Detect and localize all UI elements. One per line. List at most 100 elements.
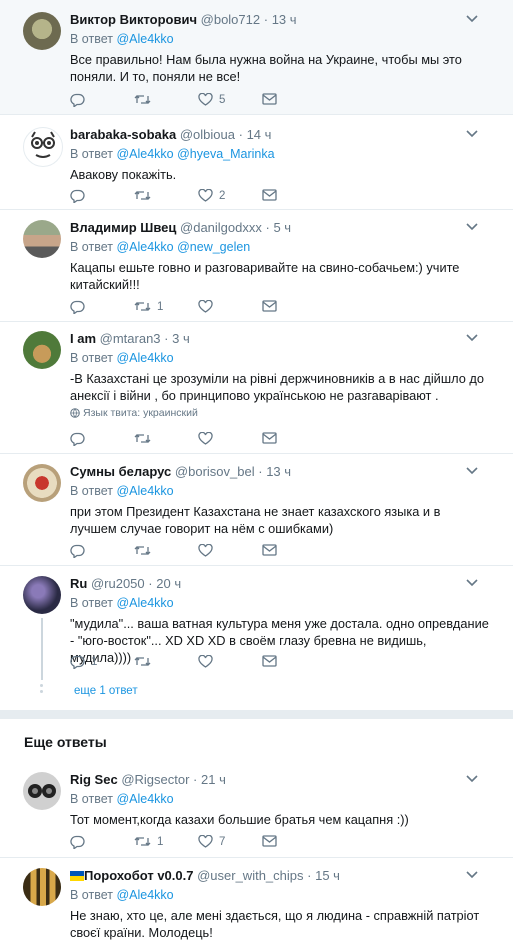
reply-button[interactable]	[70, 93, 85, 107]
direct-message-button[interactable]	[262, 655, 277, 667]
timestamp[interactable]: 14 ч	[247, 127, 272, 142]
reply-mention[interactable]: @Ale4kko	[116, 351, 173, 365]
chevron-down-icon[interactable]	[465, 576, 479, 590]
chevron-down-icon[interactable]	[465, 12, 479, 26]
screen-name[interactable]: @danilgodxxx	[180, 220, 262, 235]
timestamp[interactable]: 21 ч	[201, 772, 226, 787]
avatar[interactable]	[23, 772, 61, 810]
reply-button[interactable]	[70, 189, 85, 203]
reply-mention[interactable]: @Ale4kko	[116, 484, 173, 498]
retweet-count: 1	[157, 835, 164, 848]
envelope-icon	[262, 432, 277, 444]
reply-button[interactable]	[70, 835, 85, 849]
like-button[interactable]: 5	[198, 93, 225, 106]
timestamp[interactable]: 13 ч	[266, 464, 291, 479]
display-name[interactable]: Ru	[70, 576, 87, 591]
direct-message-button[interactable]	[262, 93, 277, 105]
heart-icon	[198, 835, 213, 848]
avatar[interactable]	[23, 12, 61, 50]
retweet-button[interactable]	[134, 655, 151, 668]
avatar[interactable]	[23, 331, 61, 369]
chevron-down-icon[interactable]	[465, 464, 479, 478]
tweet-item[interactable]: Владимир Швец @danilgodxxx · 5 ч В ответ…	[0, 210, 513, 322]
reply-mention[interactable]: @Ale4kko	[116, 792, 173, 806]
avatar[interactable]	[23, 220, 61, 258]
direct-message-button[interactable]	[262, 835, 277, 847]
screen-name[interactable]: @user_with_chips	[197, 868, 303, 883]
chevron-down-icon[interactable]	[465, 868, 479, 882]
screen-name[interactable]: @ru2050	[91, 576, 145, 591]
screen-name[interactable]: @bolo712	[201, 12, 260, 27]
avatar[interactable]	[23, 127, 63, 167]
display-name[interactable]: Владимир Швец	[70, 220, 176, 235]
like-button[interactable]	[198, 544, 213, 557]
like-count: 2	[219, 189, 226, 202]
display-name[interactable]: barabaka-sobaka	[70, 127, 176, 142]
envelope-icon	[262, 544, 277, 556]
more-replies-header: Еще ответы	[0, 719, 513, 765]
like-button[interactable]	[198, 300, 213, 313]
reply-label: В ответ	[70, 596, 113, 610]
display-name[interactable]: Виктор Викторович	[70, 12, 197, 27]
tweet-item[interactable]: Rig Sec @Rigsector · 21 ч В ответ @Ale4k…	[0, 764, 513, 858]
direct-message-button[interactable]	[262, 544, 277, 556]
tweet-item[interactable]: I am @mtaran3 · 3 ч В ответ @Ale4kko -В …	[0, 322, 513, 454]
direct-message-button[interactable]	[262, 300, 277, 312]
like-button[interactable]: 7	[198, 835, 225, 848]
chevron-down-icon[interactable]	[465, 220, 479, 234]
timestamp[interactable]: 13 ч	[272, 12, 297, 27]
screen-name[interactable]: @Rigsector	[121, 772, 189, 787]
avatar[interactable]	[23, 576, 61, 614]
reply-mention[interactable]: @Ale4kko @hyeva_Marinka	[116, 147, 274, 161]
retweet-button[interactable]: 1	[134, 300, 163, 313]
retweet-button[interactable]	[134, 189, 151, 202]
screen-name[interactable]: @borisov_bel	[175, 464, 255, 479]
like-button[interactable]: 2	[198, 189, 225, 202]
display-name[interactable]: Сумны беларус	[70, 464, 171, 479]
reply-icon	[70, 432, 85, 446]
direct-message-button[interactable]	[262, 432, 277, 444]
tweet-item[interactable]: Ru @ru2050 · 20 ч В ответ @Ale4kko "муди…	[0, 566, 513, 710]
screen-name[interactable]: @mtaran3	[100, 331, 161, 346]
timestamp[interactable]: 5 ч	[273, 220, 291, 235]
retweet-button[interactable]	[134, 93, 151, 106]
reply-label: В ответ	[70, 792, 113, 806]
chevron-down-icon[interactable]	[465, 331, 479, 345]
reply-mention[interactable]: @Ale4kko @new_gelen	[116, 240, 250, 254]
direct-message-button[interactable]	[262, 189, 277, 201]
display-name[interactable]: Порохобот v0.0.7	[84, 868, 193, 883]
reply-button[interactable]	[70, 544, 85, 558]
globe-icon	[70, 408, 80, 418]
timestamp[interactable]: 15 ч	[315, 868, 340, 883]
heart-icon	[198, 93, 213, 106]
reply-button[interactable]	[70, 300, 85, 314]
tweet-item[interactable]: Сумны беларус @borisov_bel · 13 ч В отве…	[0, 454, 513, 566]
tweet-item[interactable]: Виктор Викторович @bolo712 · 13 ч В отве…	[0, 0, 513, 115]
like-button[interactable]	[198, 655, 213, 668]
display-name[interactable]: Rig Sec	[70, 772, 118, 787]
timestamp[interactable]: 20 ч	[156, 576, 181, 591]
chevron-down-icon[interactable]	[465, 772, 479, 786]
reply-button[interactable]	[70, 432, 85, 446]
retweet-button[interactable]: 1	[134, 835, 163, 848]
show-more-replies-link[interactable]: еще 1 ответ	[74, 685, 138, 697]
reply-mention[interactable]: @Ale4kko	[116, 888, 173, 902]
reply-button[interactable]: 1	[70, 655, 97, 669]
tweet-item[interactable]: Порохобот v0.0.7 @user_with_chips · 15 ч…	[0, 858, 513, 945]
like-button[interactable]	[198, 432, 213, 445]
like-count: 5	[219, 93, 226, 106]
reply-mention[interactable]: @Ale4kko	[116, 32, 173, 46]
avatar[interactable]	[23, 464, 61, 502]
tweet-language: Язык твита: украинский	[70, 407, 489, 419]
avatar[interactable]	[23, 868, 61, 906]
retweet-button[interactable]	[134, 544, 151, 557]
display-name[interactable]: I am	[70, 331, 96, 346]
reply-mention[interactable]: @Ale4kko	[116, 596, 173, 610]
reply-label: В ответ	[70, 240, 113, 254]
timestamp[interactable]: 3 ч	[172, 331, 190, 346]
heart-icon	[198, 189, 213, 202]
retweet-button[interactable]	[134, 432, 151, 445]
chevron-down-icon[interactable]	[465, 127, 479, 141]
screen-name[interactable]: @olbioua	[180, 127, 235, 142]
tweet-item[interactable]: barabaka-sobaka @olbioua · 14 ч В ответ …	[0, 115, 513, 210]
